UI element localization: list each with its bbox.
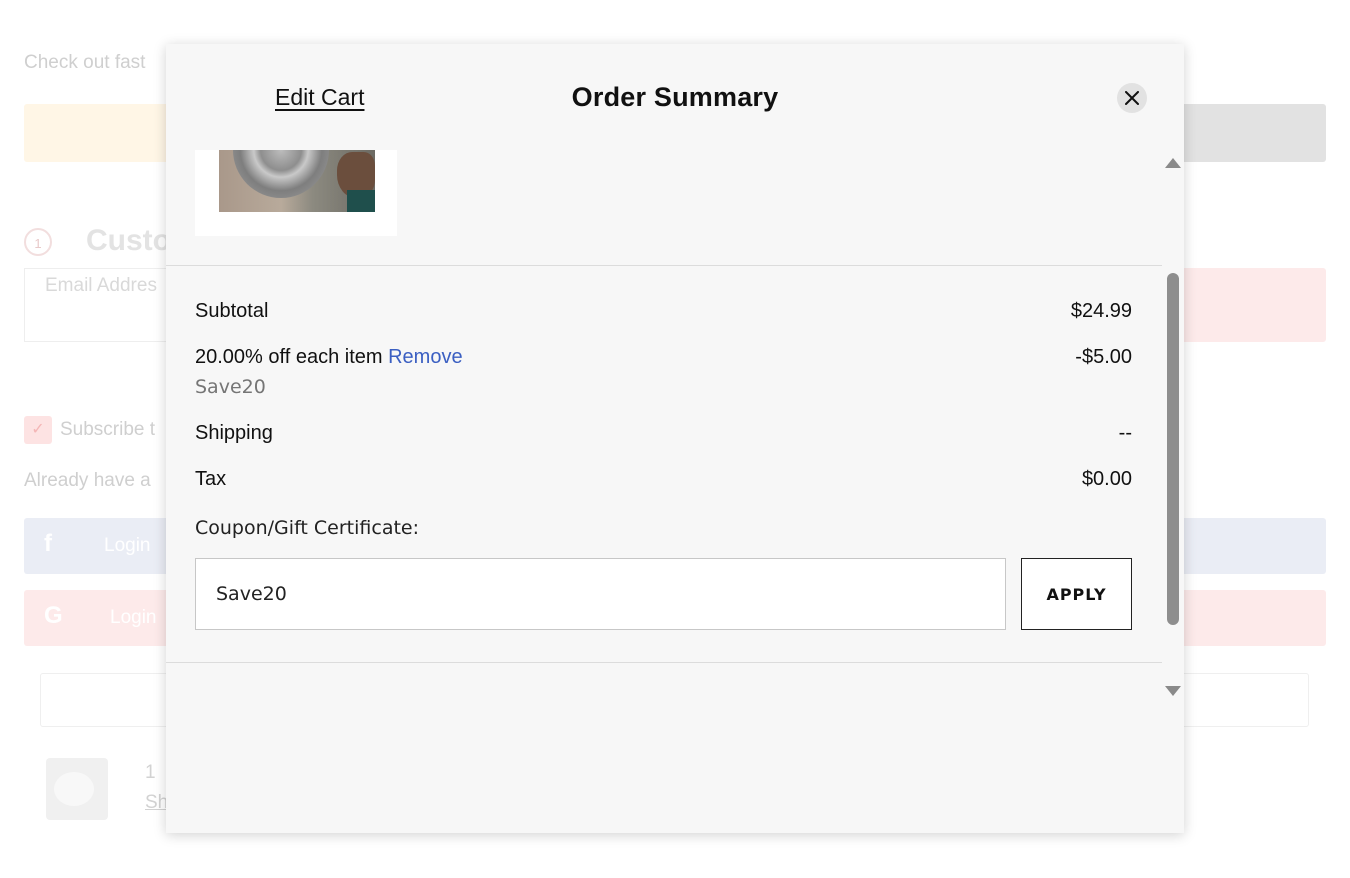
close-button[interactable] — [1117, 83, 1147, 113]
discount-value: -$5.00 — [1075, 346, 1132, 368]
order-summary-modal: Edit Cart Order Summary Subtotal $24.99 … — [166, 44, 1184, 833]
login-google-button[interactable]: G Login — [24, 590, 174, 646]
scroll-down-arrow-icon[interactable] — [1165, 686, 1181, 696]
google-icon: G — [44, 602, 63, 629]
email-field[interactable]: Email Addres — [24, 268, 184, 342]
discount-label: 20.00% off each item — [195, 346, 383, 368]
login-facebook-button[interactable]: f Login — [24, 518, 174, 574]
close-icon — [1125, 91, 1139, 105]
subtotal-value: $24.99 — [1070, 300, 1132, 322]
login-google-button-right[interactable] — [1176, 590, 1326, 646]
coupon-field-label: Coupon/Gift Certificate: — [195, 517, 420, 539]
applied-coupon-code: Save20 — [195, 376, 266, 398]
login-google-label: Login — [110, 607, 157, 628]
tax-value: $0.00 — [1081, 468, 1132, 490]
order-summary-scroll-area[interactable]: Subtotal $24.99 20.00% off each item Rem… — [166, 150, 1162, 770]
cart-item-thumbnail — [46, 758, 108, 820]
remove-coupon-link[interactable]: Remove — [388, 346, 462, 368]
shipping-value: -- — [1118, 422, 1132, 444]
product-image — [219, 150, 375, 212]
subtotal-label: Subtotal — [195, 300, 269, 322]
vertical-scrollbar[interactable] — [1162, 150, 1181, 704]
divider — [166, 662, 1162, 663]
tax-label: Tax — [195, 468, 227, 490]
modal-title: Order Summary — [571, 82, 779, 112]
paypal-express-button[interactable] — [24, 104, 174, 162]
checkout-intro-text: Check out fast — [24, 52, 146, 73]
divider — [166, 265, 1162, 266]
already-have-account-text: Already have a — [24, 470, 151, 491]
scroll-up-arrow-icon[interactable] — [1165, 158, 1181, 168]
modal-header: Edit Cart Order Summary — [166, 44, 1184, 150]
customer-section-heading: Custo — [86, 224, 171, 257]
continue-button[interactable] — [1176, 268, 1326, 342]
facebook-icon: f — [44, 530, 52, 557]
step-number-badge: 1 — [24, 228, 52, 256]
scrollbar-thumb[interactable] — [1167, 273, 1179, 625]
cart-item-link[interactable]: Sh — [145, 792, 168, 814]
cart-item-qty: 1 — [145, 762, 156, 783]
coupon-code-input[interactable] — [195, 558, 1006, 630]
subscribe-label: Subscribe t — [60, 419, 156, 440]
alt-payment-button[interactable] — [1176, 104, 1326, 162]
login-facebook-label: Login — [104, 535, 151, 556]
login-facebook-button-right[interactable] — [1176, 518, 1326, 574]
subscribe-checkbox[interactable]: ✓ — [24, 416, 52, 444]
shipping-label: Shipping — [195, 422, 273, 444]
product-image-frame — [195, 150, 397, 236]
apply-coupon-button[interactable]: APPLY — [1021, 558, 1132, 630]
